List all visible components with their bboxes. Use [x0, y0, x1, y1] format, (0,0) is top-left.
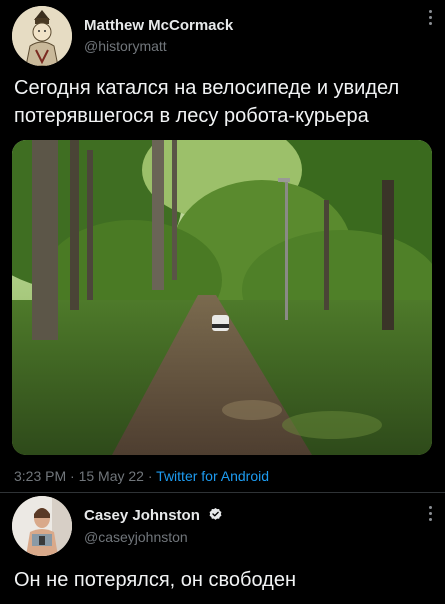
author-name[interactable]: Casey Johnston [84, 507, 223, 524]
verified-badge-icon [209, 507, 222, 520]
meta-separator: · [147, 468, 153, 484]
meta-separator: · [70, 468, 75, 484]
tweet-meta: 3:23 PM · 15 May 22 · Twitter for Androi… [14, 468, 269, 484]
tweet-text-line-2: потерявшегося в лесу робота-курьера [14, 105, 369, 127]
avatar-illustration-icon [12, 6, 72, 66]
more-options-icon[interactable] [429, 506, 433, 524]
tweet-time[interactable]: 3:23 PM [14, 468, 66, 484]
forest-path-robot-image [12, 140, 432, 455]
avatar-photo-icon [12, 496, 72, 556]
avatar-casey[interactable] [12, 496, 72, 556]
tweet-source-link[interactable]: Twitter for Android [156, 468, 269, 484]
author-name-text[interactable]: Casey Johnston [84, 507, 200, 524]
tweet-original: Matthew McCormack @historymatt Сегодня к… [0, 0, 445, 492]
tweet-date[interactable]: 15 May 22 [79, 468, 144, 484]
author-handle[interactable]: @historymatt [84, 38, 167, 54]
more-options-icon[interactable] [429, 10, 433, 28]
author-handle[interactable]: @caseyjohnston [84, 529, 188, 545]
tweet-photo[interactable] [12, 140, 432, 455]
tweet-text-line-1: Сегодня катался на велосипеде и увидел [14, 77, 400, 99]
author-name[interactable]: Matthew McCormack [84, 17, 233, 34]
avatar-matthew[interactable] [12, 6, 72, 66]
tweet-reply: Casey Johnston @caseyjohnston Он не поте… [0, 492, 445, 604]
tweet-reply-text: Он не потерялся, он свободен [14, 569, 297, 591]
